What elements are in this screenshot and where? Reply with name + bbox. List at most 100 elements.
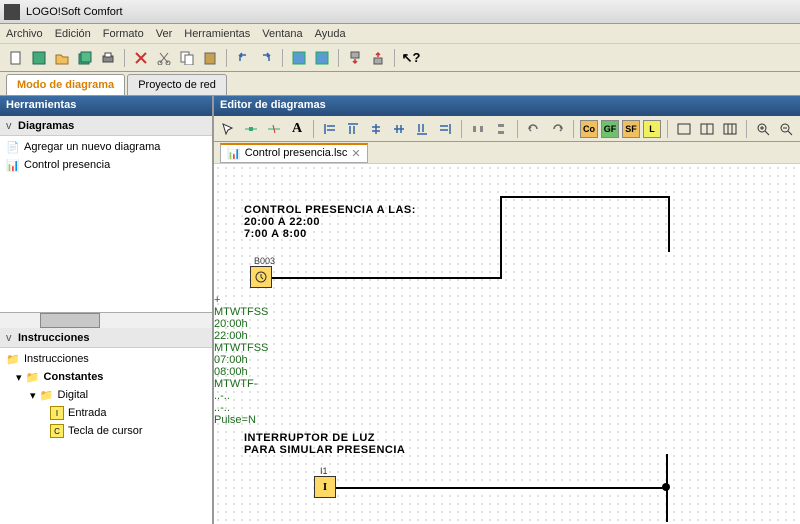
separator: [313, 120, 314, 138]
align-v-icon[interactable]: [366, 119, 386, 139]
layout-2-icon[interactable]: [697, 119, 717, 139]
app-logo-icon: [4, 4, 20, 20]
separator: [517, 120, 518, 138]
diagram-item[interactable]: 📊 Control presencia: [2, 156, 210, 174]
horizontal-scrollbar[interactable]: [0, 312, 212, 328]
menu-ayuda[interactable]: Ayuda: [315, 28, 346, 40]
add-diagram-icon: 📄: [6, 140, 20, 154]
tree-tecla[interactable]: C Tecla de cursor: [2, 422, 210, 440]
main-toolbar: ↖?: [0, 44, 800, 72]
chevron-down-icon[interactable]: v: [6, 120, 18, 132]
wire: [668, 196, 670, 252]
l-button[interactable]: L: [643, 120, 661, 138]
distribute-h-icon[interactable]: [468, 119, 488, 139]
align-left-icon[interactable]: [320, 119, 340, 139]
diagram-text-2: INTERRUPTOR DE LUZ PARA SIMULAR PRESENCI…: [244, 432, 405, 456]
separator: [226, 49, 227, 67]
tab-network-project[interactable]: Proyecto de red: [127, 74, 227, 95]
diagrams-tree: 📄 Agregar un nuevo diagrama 📊 Control pr…: [0, 136, 212, 312]
help-icon[interactable]: ↖?: [401, 48, 421, 68]
align-right-icon[interactable]: [435, 119, 455, 139]
file-tab[interactable]: 📊 Control presencia.lsc ✕: [220, 143, 368, 163]
align-top-icon[interactable]: [343, 119, 363, 139]
menu-ventana[interactable]: Ventana: [262, 28, 302, 40]
gf-button[interactable]: GF: [601, 120, 619, 138]
tree-entrada-label: Entrada: [68, 407, 107, 419]
save-all-icon[interactable]: [75, 48, 95, 68]
layout-3-icon[interactable]: [720, 119, 740, 139]
diagram-text-1: CONTROL PRESENCIA A LAS: 20:00 A 22:00 7…: [244, 204, 416, 240]
input-block[interactable]: I: [314, 476, 336, 498]
editor-panel: Editor de diagramas A Co GF SF L: [214, 96, 800, 524]
file-tab-bar: 📊 Control presencia.lsc ✕: [214, 142, 800, 164]
tab-diagram-mode[interactable]: Modo de diagrama: [6, 74, 125, 95]
block-label-b003: B003: [254, 256, 275, 266]
zoom-in-icon[interactable]: [753, 119, 773, 139]
diagram-canvas[interactable]: CONTROL PRESENCIA A LAS: 20:00 A 22:00 7…: [214, 164, 800, 524]
diagrams-subheader[interactable]: v Diagramas: [0, 116, 212, 136]
menu-archivo[interactable]: Archivo: [6, 28, 43, 40]
menu-bar: Archivo Edición Formato Ver Herramientas…: [0, 24, 800, 44]
menu-ver[interactable]: Ver: [156, 28, 173, 40]
undo-icon[interactable]: [524, 119, 544, 139]
separator: [667, 120, 668, 138]
tools-header: Herramientas: [0, 96, 212, 116]
instructions-subheader[interactable]: v Instrucciones: [0, 328, 212, 348]
block-label-i1: I1: [320, 466, 328, 476]
cut-icon[interactable]: [154, 48, 174, 68]
save-icon[interactable]: [29, 48, 49, 68]
window-2-icon[interactable]: [312, 48, 332, 68]
wire: [666, 454, 668, 522]
cut-connection-icon[interactable]: [264, 119, 284, 139]
clock-icon: [254, 270, 268, 284]
distribute-v-icon[interactable]: [491, 119, 511, 139]
open-icon[interactable]: [52, 48, 72, 68]
add-new-diagram[interactable]: 📄 Agregar un nuevo diagrama: [2, 138, 210, 156]
timer-params: + MTWTFSS 20:00h 22:00h MTWTFSS 07:00h 0…: [214, 294, 268, 426]
add-diagram-label: Agregar un nuevo diagrama: [24, 141, 160, 153]
connect-icon[interactable]: [241, 119, 261, 139]
cursor-key-icon: C: [50, 424, 64, 438]
wire: [500, 196, 502, 279]
chevron-down-icon[interactable]: v: [6, 332, 18, 344]
editor-toolbar: A Co GF SF L: [214, 116, 800, 142]
menu-formato[interactable]: Formato: [103, 28, 144, 40]
wire: [500, 196, 670, 198]
delete-icon[interactable]: [131, 48, 151, 68]
co-button[interactable]: Co: [580, 120, 598, 138]
paste-icon[interactable]: [200, 48, 220, 68]
align-bottom-icon[interactable]: [412, 119, 432, 139]
undo-icon[interactable]: [233, 48, 253, 68]
copy-icon[interactable]: [177, 48, 197, 68]
diagram-icon: 📊: [6, 158, 20, 172]
instructions-label: Instrucciones: [18, 332, 90, 344]
tree-digital[interactable]: ▾ 📁 Digital: [2, 386, 210, 404]
tree-constants[interactable]: ▾ 📁 Constantes: [2, 368, 210, 386]
separator: [394, 49, 395, 67]
folder-icon: 📁: [40, 388, 54, 402]
menu-edicion[interactable]: Edición: [55, 28, 91, 40]
collapse-icon[interactable]: ▾: [30, 389, 36, 402]
tree-root[interactable]: 📁 Instrucciones: [2, 350, 210, 368]
tree-entrada[interactable]: I Entrada: [2, 404, 210, 422]
redo-icon[interactable]: [256, 48, 276, 68]
close-tab-icon[interactable]: ✕: [351, 147, 360, 160]
menu-herramientas[interactable]: Herramientas: [184, 28, 250, 40]
folder-icon: 📁: [26, 370, 40, 384]
separator: [746, 120, 747, 138]
transfer-down-icon[interactable]: [345, 48, 365, 68]
layout-1-icon[interactable]: [674, 119, 694, 139]
text-icon[interactable]: A: [287, 119, 307, 139]
timer-block[interactable]: [250, 266, 272, 288]
collapse-icon[interactable]: ▾: [16, 371, 22, 384]
print-icon[interactable]: [98, 48, 118, 68]
window-1-icon[interactable]: [289, 48, 309, 68]
pointer-icon[interactable]: [218, 119, 238, 139]
transfer-up-icon[interactable]: [368, 48, 388, 68]
mode-tabs: Modo de diagrama Proyecto de red: [0, 72, 800, 96]
align-h-icon[interactable]: [389, 119, 409, 139]
redo-icon[interactable]: [547, 119, 567, 139]
new-file-icon[interactable]: [6, 48, 26, 68]
sf-button[interactable]: SF: [622, 120, 640, 138]
zoom-out-icon[interactable]: [776, 119, 796, 139]
